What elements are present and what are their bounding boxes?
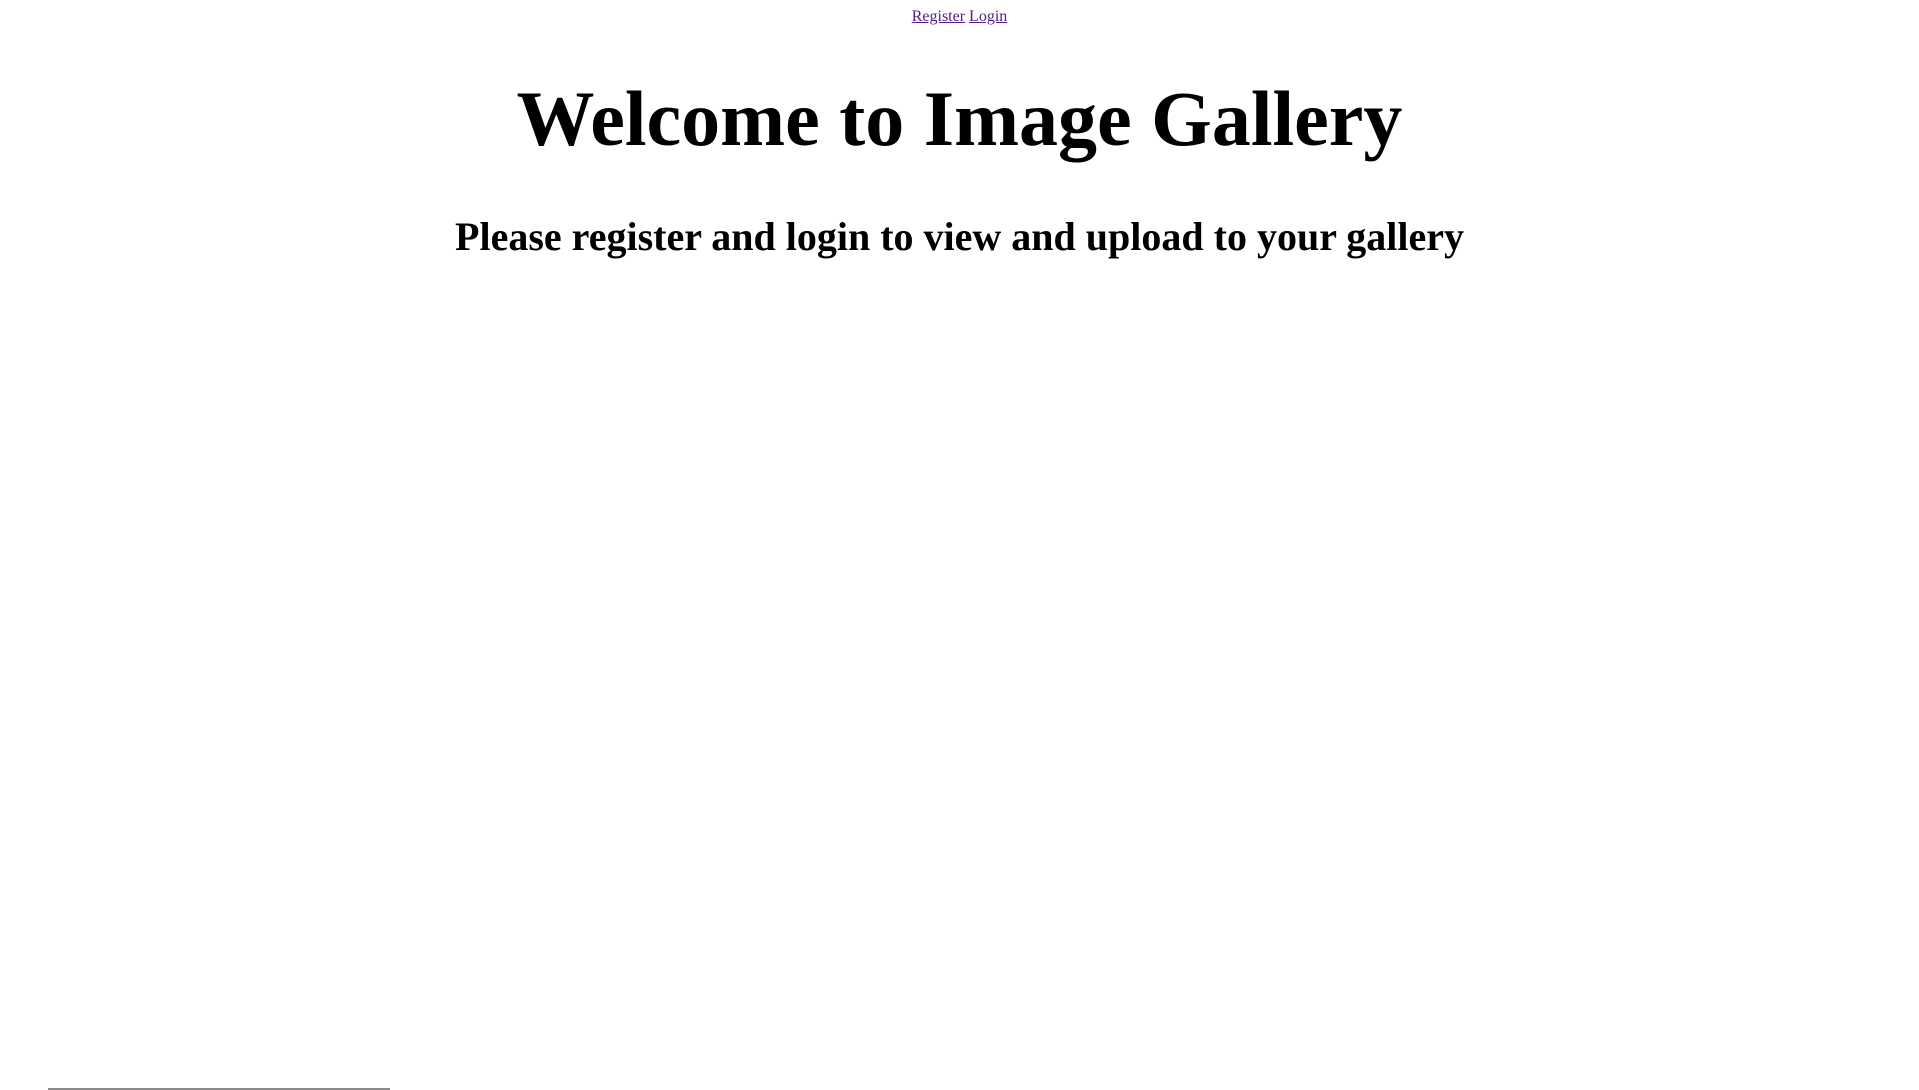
page: Register Login Welcome to Image Gallery … xyxy=(0,0,1919,1090)
page-subtitle: Please register and login to view and up… xyxy=(455,214,1464,259)
register-link[interactable]: Register xyxy=(912,8,965,25)
top-nav: Register Login xyxy=(0,8,1919,26)
page-title: Welcome to Image Gallery xyxy=(516,75,1403,162)
login-link[interactable]: Login xyxy=(969,8,1007,25)
